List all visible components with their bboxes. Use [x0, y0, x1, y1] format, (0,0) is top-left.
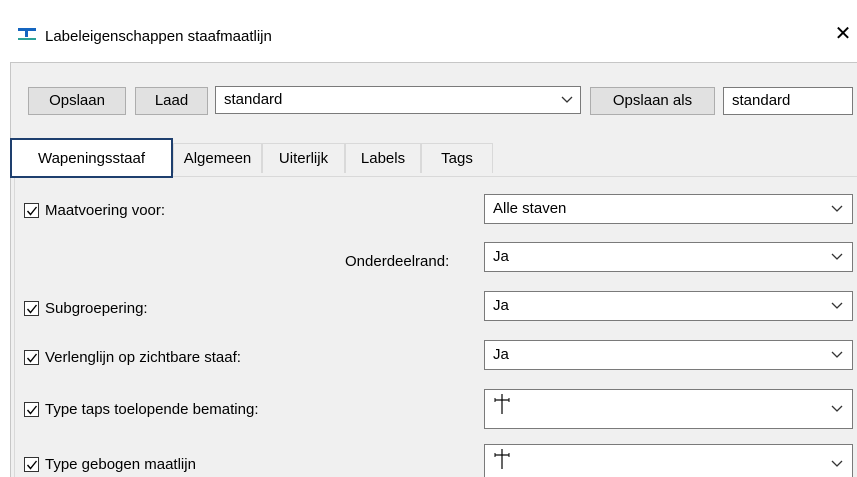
taps-bemating-select[interactable]	[484, 389, 853, 429]
save-button[interactable]: Opslaan	[28, 87, 126, 115]
save-as-name-input[interactable]: standard	[723, 87, 853, 115]
preset-select-value: standard	[224, 91, 283, 108]
gebogen-maatlijn-select[interactable]	[484, 444, 853, 477]
gebogen-maatlijn-label: Type gebogen maatlijn	[45, 456, 196, 473]
subgroepering-checkbox[interactable]	[24, 301, 39, 316]
verlenglijn-label: Verlenglijn op zichtbare staaf:	[45, 349, 241, 366]
preset-select[interactable]: standard	[215, 86, 581, 114]
verlenglijn-checkbox[interactable]	[24, 350, 39, 365]
maatvoering-label: Maatvoering voor:	[45, 202, 166, 219]
chevron-down-icon	[560, 87, 574, 113]
taps-bemating-label: Type taps toelopende bemating:	[45, 401, 259, 418]
tab-algemeen[interactable]: Algemeen	[173, 143, 262, 173]
gebogen-maatlijn-checkbox[interactable]	[24, 457, 39, 472]
dimension-symbol-icon	[493, 392, 511, 430]
verlenglijn-select[interactable]: Ja	[484, 340, 853, 370]
chevron-down-icon	[830, 292, 844, 320]
chevron-down-icon	[830, 243, 844, 271]
chevron-down-icon	[830, 445, 844, 477]
tab-wapeningsstaaf[interactable]: Wapeningsstaaf	[10, 138, 173, 178]
onderdeelrand-select[interactable]: Ja	[484, 242, 853, 272]
onderdeelrand-label: Onderdeelrand:	[345, 253, 450, 270]
maatvoering-select-value: Alle staven	[493, 200, 567, 217]
tab-uiterlijk[interactable]: Uiterlijk	[262, 143, 345, 173]
save-as-button[interactable]: Opslaan als	[590, 87, 715, 115]
chevron-down-icon	[830, 390, 844, 428]
tab-labels[interactable]: Labels	[345, 143, 421, 173]
taps-bemating-checkbox[interactable]	[24, 402, 39, 417]
subgroepering-select[interactable]: Ja	[484, 291, 853, 321]
subgroepering-label: Subgroepering:	[45, 300, 148, 317]
maatvoering-select[interactable]: Alle staven	[484, 194, 853, 224]
tab-tags[interactable]: Tags	[421, 143, 493, 173]
window-title: Labeleigenschappen staafmaatlijn	[45, 28, 272, 45]
title-bar: Labeleigenschappen staafmaatlijn ✕	[0, 0, 857, 60]
load-button[interactable]: Laad	[135, 87, 208, 115]
onderdeelrand-select-value: Ja	[493, 248, 509, 265]
subgroepering-select-value: Ja	[493, 297, 509, 314]
dimension-app-icon	[18, 27, 36, 41]
verlenglijn-select-value: Ja	[493, 346, 509, 363]
dimension-symbol-icon	[493, 447, 511, 477]
chevron-down-icon	[830, 195, 844, 223]
chevron-down-icon	[830, 341, 844, 369]
maatvoering-checkbox[interactable]	[24, 203, 39, 218]
close-icon[interactable]: ✕	[832, 22, 854, 46]
